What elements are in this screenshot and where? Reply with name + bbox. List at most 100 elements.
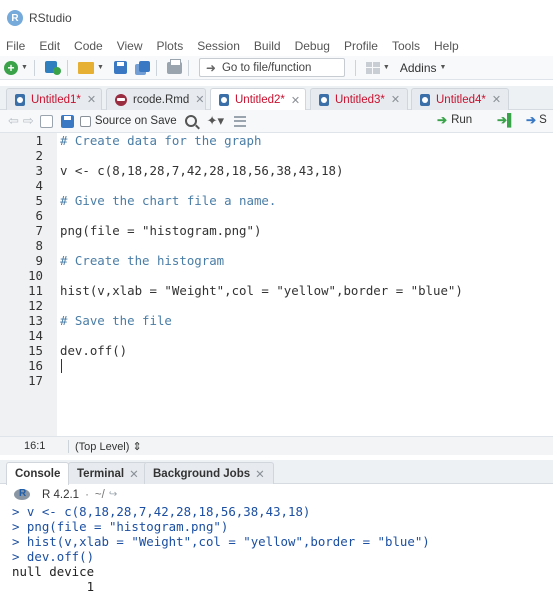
close-icon[interactable]: ✕ <box>291 94 300 107</box>
menu-plots[interactable]: Plots <box>150 39 191 53</box>
menu-debug[interactable]: Debug <box>288 39 337 53</box>
source-on-save-checkbox[interactable] <box>79 115 91 127</box>
code-line[interactable]: 16 <box>0 358 553 373</box>
tab-label: Untitled1* <box>31 93 81 106</box>
new-file-button[interactable]: + ▼ <box>4 58 28 78</box>
code-line[interactable]: 1 # Create data for the graph <box>0 133 553 148</box>
line-number: 4 <box>35 178 43 193</box>
close-icon[interactable]: ✕ <box>129 467 139 481</box>
menu-edit[interactable]: Edit <box>32 39 67 53</box>
code-text: hist(v,xlab = "Weight",col = "yellow",bo… <box>60 283 463 298</box>
search-icon[interactable] <box>184 115 197 127</box>
tab-untitled1[interactable]: Untitled1* ✕ <box>6 88 102 110</box>
menu-bar: File Edit Code View Plots Session Build … <box>0 36 553 56</box>
close-icon[interactable]: ✕ <box>87 93 96 106</box>
line-number: 10 <box>28 268 43 283</box>
line-number: 14 <box>28 328 43 343</box>
console-tab-bar: Console Terminal ✕ Background Jobs ✕ <box>0 460 553 485</box>
code-comment: # Give the chart file a name. <box>60 193 277 208</box>
tab-untitled4[interactable]: Untitled4* ✕ <box>411 88 509 110</box>
show-in-window-icon[interactable] <box>39 114 53 128</box>
code-line[interactable]: 9 # Create the histogram <box>0 253 553 268</box>
menu-build[interactable]: Build <box>247 39 288 53</box>
menu-file[interactable]: File <box>0 39 32 53</box>
menu-code[interactable]: Code <box>67 39 110 53</box>
addins-button[interactable]: Addins ▼ <box>394 58 447 78</box>
go-to-directory-icon[interactable]: ↪ <box>109 489 117 500</box>
text-cursor <box>61 359 62 373</box>
line-number: 16 <box>28 358 43 373</box>
code-line[interactable]: 13 # Save the file <box>0 313 553 328</box>
menu-session[interactable]: Session <box>190 39 247 53</box>
close-icon[interactable]: ✕ <box>255 467 265 481</box>
code-editor[interactable]: 1 # Create data for the graph 2 3 v <- c(8,1… <box>0 133 553 436</box>
status-divider <box>68 439 69 453</box>
tab-label: Terminal <box>77 467 125 480</box>
line-number: 17 <box>28 373 43 388</box>
compile-report-icon[interactable] <box>234 115 247 127</box>
run-button[interactable]: ➔ Run <box>437 113 472 127</box>
goto-file-function-input[interactable]: ➜ Go to file/function <box>198 58 345 77</box>
tab-untitled2[interactable]: Untitled2* ✕ <box>210 88 306 111</box>
scope-selector[interactable]: (Top Level) ⇕ <box>75 440 142 453</box>
save-icon[interactable] <box>60 114 74 128</box>
magic-wand-icon[interactable]: ✦▾ <box>207 113 224 129</box>
code-line[interactable]: 15 dev.off() <box>0 343 553 358</box>
save-icon <box>113 61 127 74</box>
toolbar-divider <box>354 59 356 76</box>
close-icon[interactable]: ✕ <box>391 93 400 106</box>
console-result: 1 <box>12 579 102 594</box>
forward-arrow-icon[interactable]: ⇨ <box>23 113 34 129</box>
open-file-button[interactable]: ▼ <box>77 58 104 78</box>
save-all-button[interactable] <box>134 58 150 78</box>
menu-help[interactable]: Help <box>427 39 466 53</box>
grid-icon <box>365 61 380 74</box>
tab-label: rcode.Rmd <box>133 93 190 106</box>
code-line[interactable]: 4 <box>0 178 553 193</box>
chevron-down-icon: ▼ <box>21 64 28 71</box>
rerun-icon[interactable]: ➔▌ <box>497 113 516 127</box>
console-command: > png(file = "histogram.png") <box>12 519 229 534</box>
tab-untitled3[interactable]: Untitled3* ✕ <box>310 88 408 110</box>
tab-background-jobs[interactable]: Background Jobs ✕ <box>144 462 274 484</box>
tab-label: Background Jobs <box>153 467 251 480</box>
code-text: v <- c(8,18,28,7,42,28,18,56,38,43,18) <box>60 163 344 178</box>
tab-rcode-rmd[interactable]: rcode.Rmd ✕ <box>106 88 206 110</box>
code-comment: # Save the file <box>60 313 172 328</box>
back-arrow-icon[interactable]: ⇦ <box>8 113 19 129</box>
code-text: png(file = "histogram.png") <box>60 223 262 238</box>
close-icon[interactable]: ✕ <box>492 93 501 106</box>
menu-profile[interactable]: Profile <box>337 39 385 53</box>
source-on-save-label: Source on Save <box>94 115 177 127</box>
editor-status-bar: 16:1 (Top Level) ⇕ <box>0 436 553 455</box>
arrow-right-icon: ➜ <box>205 60 216 75</box>
code-line[interactable]: 11 hist(v,xlab = "Weight",col = "yellow",… <box>0 283 553 298</box>
workspace-panes-button[interactable]: ▼ <box>365 58 390 78</box>
code-line[interactable]: 3 v <- c(8,18,28,7,42,28,18,56,38,43,18) <box>0 163 553 178</box>
tab-label: Untitled3* <box>335 93 385 106</box>
code-line[interactable]: 17 <box>0 373 553 388</box>
menu-view[interactable]: View <box>110 39 150 53</box>
code-line[interactable]: 6 <box>0 208 553 223</box>
source-on-save-toggle[interactable]: Source on Save <box>79 115 177 127</box>
code-line[interactable]: 5 # Give the chart file a name. <box>0 193 553 208</box>
console-output[interactable]: > v <- c(8,18,28,7,42,28,18,56,38,43,18)… <box>0 504 553 596</box>
print-button[interactable] <box>166 58 182 78</box>
new-project-button[interactable] <box>44 58 61 78</box>
code-line[interactable]: 2 <box>0 148 553 163</box>
close-icon[interactable]: ✕ <box>195 93 204 106</box>
window-title: RStudio <box>29 11 72 25</box>
r-version: R 4.2.1 <box>42 488 80 501</box>
source-button[interactable]: ➔ S <box>526 113 547 127</box>
code-text: dev.off() <box>60 343 128 358</box>
code-line[interactable]: 12 <box>0 298 553 313</box>
code-line[interactable]: 10 <box>0 268 553 283</box>
save-button[interactable] <box>113 58 127 78</box>
tab-console[interactable]: Console <box>6 462 70 485</box>
tab-terminal[interactable]: Terminal ✕ <box>68 462 148 484</box>
code-line[interactable]: 8 <box>0 238 553 253</box>
code-line[interactable]: 7 png(file = "histogram.png") <box>0 223 553 238</box>
menu-tools[interactable]: Tools <box>385 39 427 53</box>
line-number: 15 <box>28 343 43 358</box>
code-line[interactable]: 14 <box>0 328 553 343</box>
